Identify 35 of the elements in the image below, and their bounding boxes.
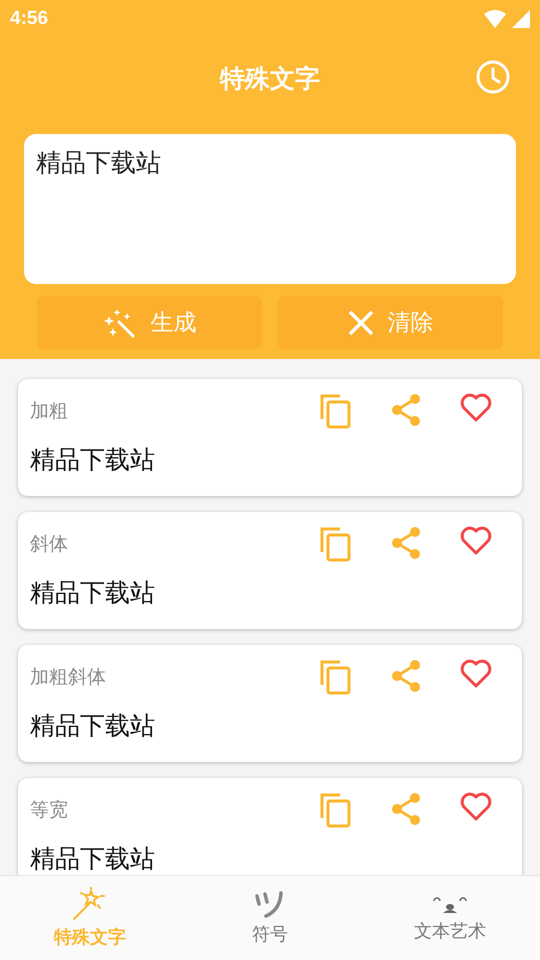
share-icon	[390, 526, 422, 560]
share-icon	[390, 792, 422, 826]
style-label: 斜体	[30, 532, 68, 557]
app-title: 特殊文字	[220, 62, 320, 94]
history-button[interactable]	[476, 60, 510, 94]
copy-icon	[320, 659, 352, 695]
nav-tab[interactable]: 符号	[180, 876, 360, 960]
copy-icon	[320, 792, 352, 828]
status-time: 4:56	[10, 8, 48, 30]
share-button[interactable]	[390, 393, 422, 429]
result-text: 精品下载站	[30, 444, 156, 476]
copy-icon	[320, 526, 352, 562]
copy-button[interactable]	[320, 792, 352, 828]
signal-icon	[512, 10, 530, 28]
copy-button[interactable]	[320, 526, 352, 562]
result-text: 精品下载站	[30, 577, 156, 609]
close-icon	[348, 310, 374, 336]
share-icon	[390, 659, 422, 693]
share-button[interactable]	[390, 526, 422, 562]
share-button[interactable]	[390, 792, 422, 828]
result-text: 精品下载站	[30, 843, 156, 875]
clock-icon	[476, 60, 510, 94]
copy-icon	[320, 393, 352, 429]
wifi-icon	[484, 10, 506, 28]
copy-button[interactable]	[320, 659, 352, 695]
copy-button[interactable]	[320, 393, 352, 429]
style-label: 等宽	[30, 798, 68, 823]
sparkle-wand-icon	[102, 308, 136, 338]
style-label: 加粗	[30, 399, 68, 424]
result-text: 精品下载站	[30, 710, 156, 742]
share-button[interactable]	[390, 659, 422, 695]
share-icon	[390, 393, 422, 427]
style-label: 加粗斜体	[30, 665, 106, 690]
input-field[interactable]: 精品下载站	[24, 134, 516, 284]
nav-tab[interactable]: 文本艺术	[360, 876, 540, 960]
